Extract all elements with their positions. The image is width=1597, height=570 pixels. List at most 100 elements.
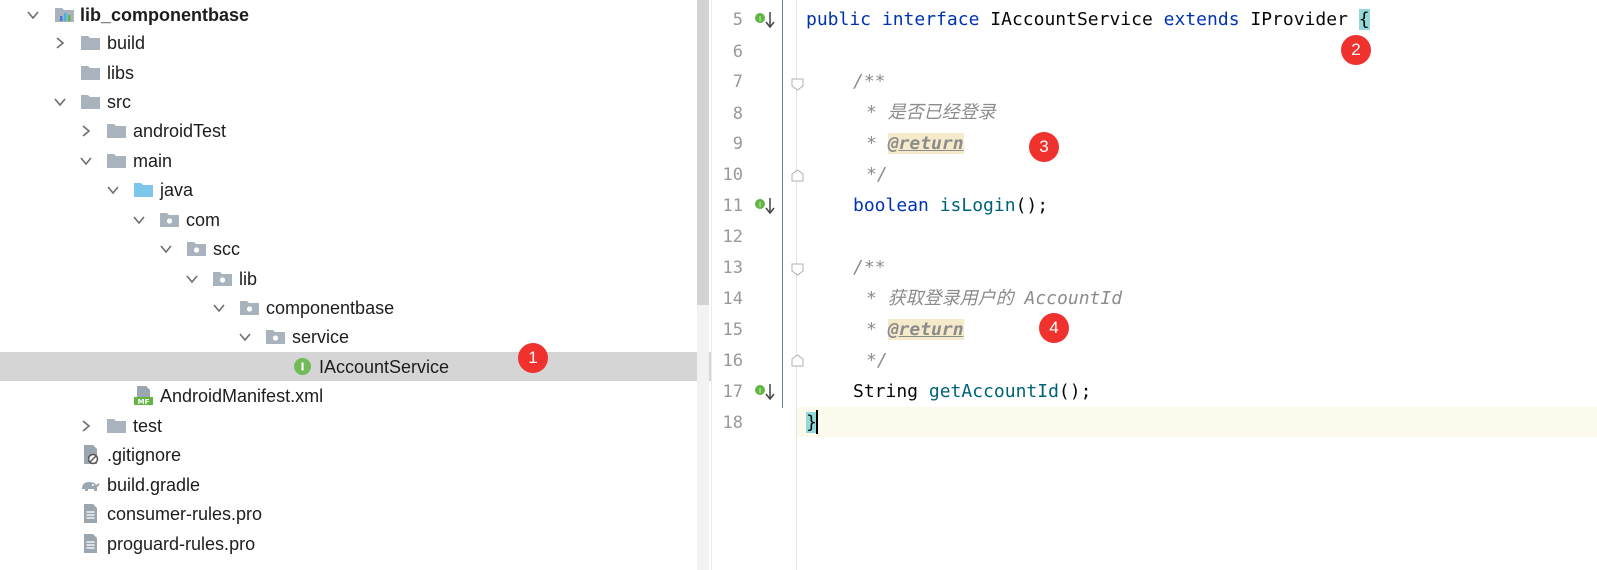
package-icon [240,301,259,315]
implemented-method-icon[interactable]: I [754,196,776,216]
line-number: 14 [722,289,743,309]
code-line-15[interactable]: * @return [866,319,964,341]
line-number: 12 [722,227,743,247]
punctuation: (); [1058,381,1092,402]
keyword: extends [1163,9,1240,30]
implemented-method-icon[interactable]: I [754,10,776,30]
code-line-13[interactable]: /** [853,257,886,279]
folder-icon [107,419,126,433]
chevron-down-icon[interactable] [79,154,93,168]
source-folder-icon [134,183,153,197]
javadoc-tag: @return [887,133,964,154]
tree-item-lib[interactable]: lib [0,264,711,293]
code-line-9[interactable]: * @return [866,133,964,155]
folder-icon [81,36,100,50]
line-number: 8 [732,104,743,124]
javadoc-tag: @return [887,319,964,340]
keyword: public [806,9,872,30]
tree-item-test[interactable]: test [0,411,711,440]
method-name: getAccountId [928,381,1059,402]
tree-item-label: com [186,210,221,230]
chevron-down-icon[interactable] [159,242,173,256]
chevron-down-icon[interactable] [185,272,199,286]
tree-item-androidmanifest[interactable]: MF AndroidManifest.xml [0,381,711,410]
line-number: 15 [722,320,743,340]
chevron-down-icon[interactable] [212,301,226,315]
tree-item-label: build.gradle [107,475,201,495]
chevron-down-icon[interactable] [106,183,120,197]
tree-item-java[interactable]: java [0,175,711,204]
tree-item-com[interactable]: com [0,205,711,234]
fold-end-icon[interactable] [791,169,804,182]
code-line-14[interactable]: * 获取登录用户的 AccountId [866,288,1122,310]
folder-icon [81,66,100,80]
tree-item-proguard-rules[interactable]: proguard-rules.pro [0,529,711,558]
fold-start-icon[interactable] [791,263,804,276]
tree-item-libs[interactable]: libs [0,58,711,87]
tree-item-service[interactable]: service [0,322,711,351]
svg-text:I: I [759,387,761,395]
text-caret [816,410,818,434]
interface-icon: I [294,358,311,375]
annotation-badge-2: 2 [1341,35,1371,65]
tree-item-label: androidTest [133,121,227,141]
tree-item-scc[interactable]: scc [0,234,711,263]
tree-item-src[interactable]: src [0,87,711,116]
chevron-down-icon[interactable] [238,330,252,344]
chevron-right-icon[interactable] [53,36,67,50]
tree-item-label: libs [107,63,135,83]
code-line-17[interactable]: String getAccountId(); [853,381,1091,403]
package-icon [213,272,232,286]
project-tree: lib_componentbase build libs src android… [0,0,711,570]
tree-item-label: build [107,33,146,53]
implemented-method-icon[interactable]: I [754,382,776,402]
svg-text:I: I [759,201,761,209]
tree-item-label: proguard-rules.pro [107,534,256,554]
manifest-icon-text: MF [138,398,150,406]
tree-item-build[interactable]: build [0,28,711,57]
chevron-down-icon[interactable] [132,213,146,227]
editor-gutter[interactable]: 5 6 7 8 9 10 11 12 13 14 15 16 17 18 I I… [712,0,804,570]
line-number: 18 [722,413,743,433]
line-number: 16 [722,351,743,371]
tree-item-consumer-rules[interactable]: consumer-rules.pro [0,499,711,528]
line-number: 7 [732,72,743,92]
code-line-16[interactable]: */ [866,350,888,372]
code-line-11[interactable]: boolean isLogin(); [853,195,1048,217]
tree-item-lib-componentbase[interactable]: lib_componentbase [0,0,711,29]
chevron-right-icon[interactable] [79,124,93,138]
tree-item-componentbase[interactable]: componentbase [0,293,711,322]
code-line-8[interactable]: * 是否已经登录 [866,102,996,124]
code-line-7[interactable]: /** [853,71,886,93]
folder-icon [81,95,100,109]
tree-item-main[interactable]: main [0,146,711,175]
fold-guide-line [782,0,783,408]
fold-end-icon[interactable] [791,354,804,367]
svg-text:I: I [759,15,761,23]
tree-item-iaccountservice[interactable]: I IAccountService [0,352,711,381]
method-name: isLogin [939,195,1016,216]
chevron-down-icon[interactable] [53,95,67,109]
tree-scrollbar-thumb[interactable] [697,0,709,305]
tree-scrollbar-track[interactable] [697,305,709,570]
tree-item-build-gradle[interactable]: build.gradle [0,470,711,499]
fold-start-icon[interactable] [791,78,804,91]
comment-star: * [866,319,888,340]
annotation-badge-3: 3 [1029,132,1059,162]
tree-item-label: .gitignore [107,445,182,465]
tree-item-androidtest[interactable]: androidTest [0,116,711,145]
gradle-icon [82,482,100,491]
module-folder-icon [55,8,74,22]
line-number: 13 [722,258,743,278]
code-line-5[interactable]: public interface IAccountService extends… [806,9,1370,31]
gitignore-icon [84,445,99,465]
chevron-right-icon[interactable] [79,419,93,433]
comment-star: * [866,133,888,154]
code-editor[interactable]: 5 6 7 8 9 10 11 12 13 14 15 16 17 18 I I… [711,0,1597,570]
punctuation: (); [1015,195,1049,216]
code-line-10[interactable]: */ [866,164,888,186]
tree-item-label: scc [213,239,240,259]
package-icon [160,213,179,227]
tree-item-gitignore[interactable]: .gitignore [0,440,711,469]
chevron-down-icon[interactable] [26,8,40,22]
